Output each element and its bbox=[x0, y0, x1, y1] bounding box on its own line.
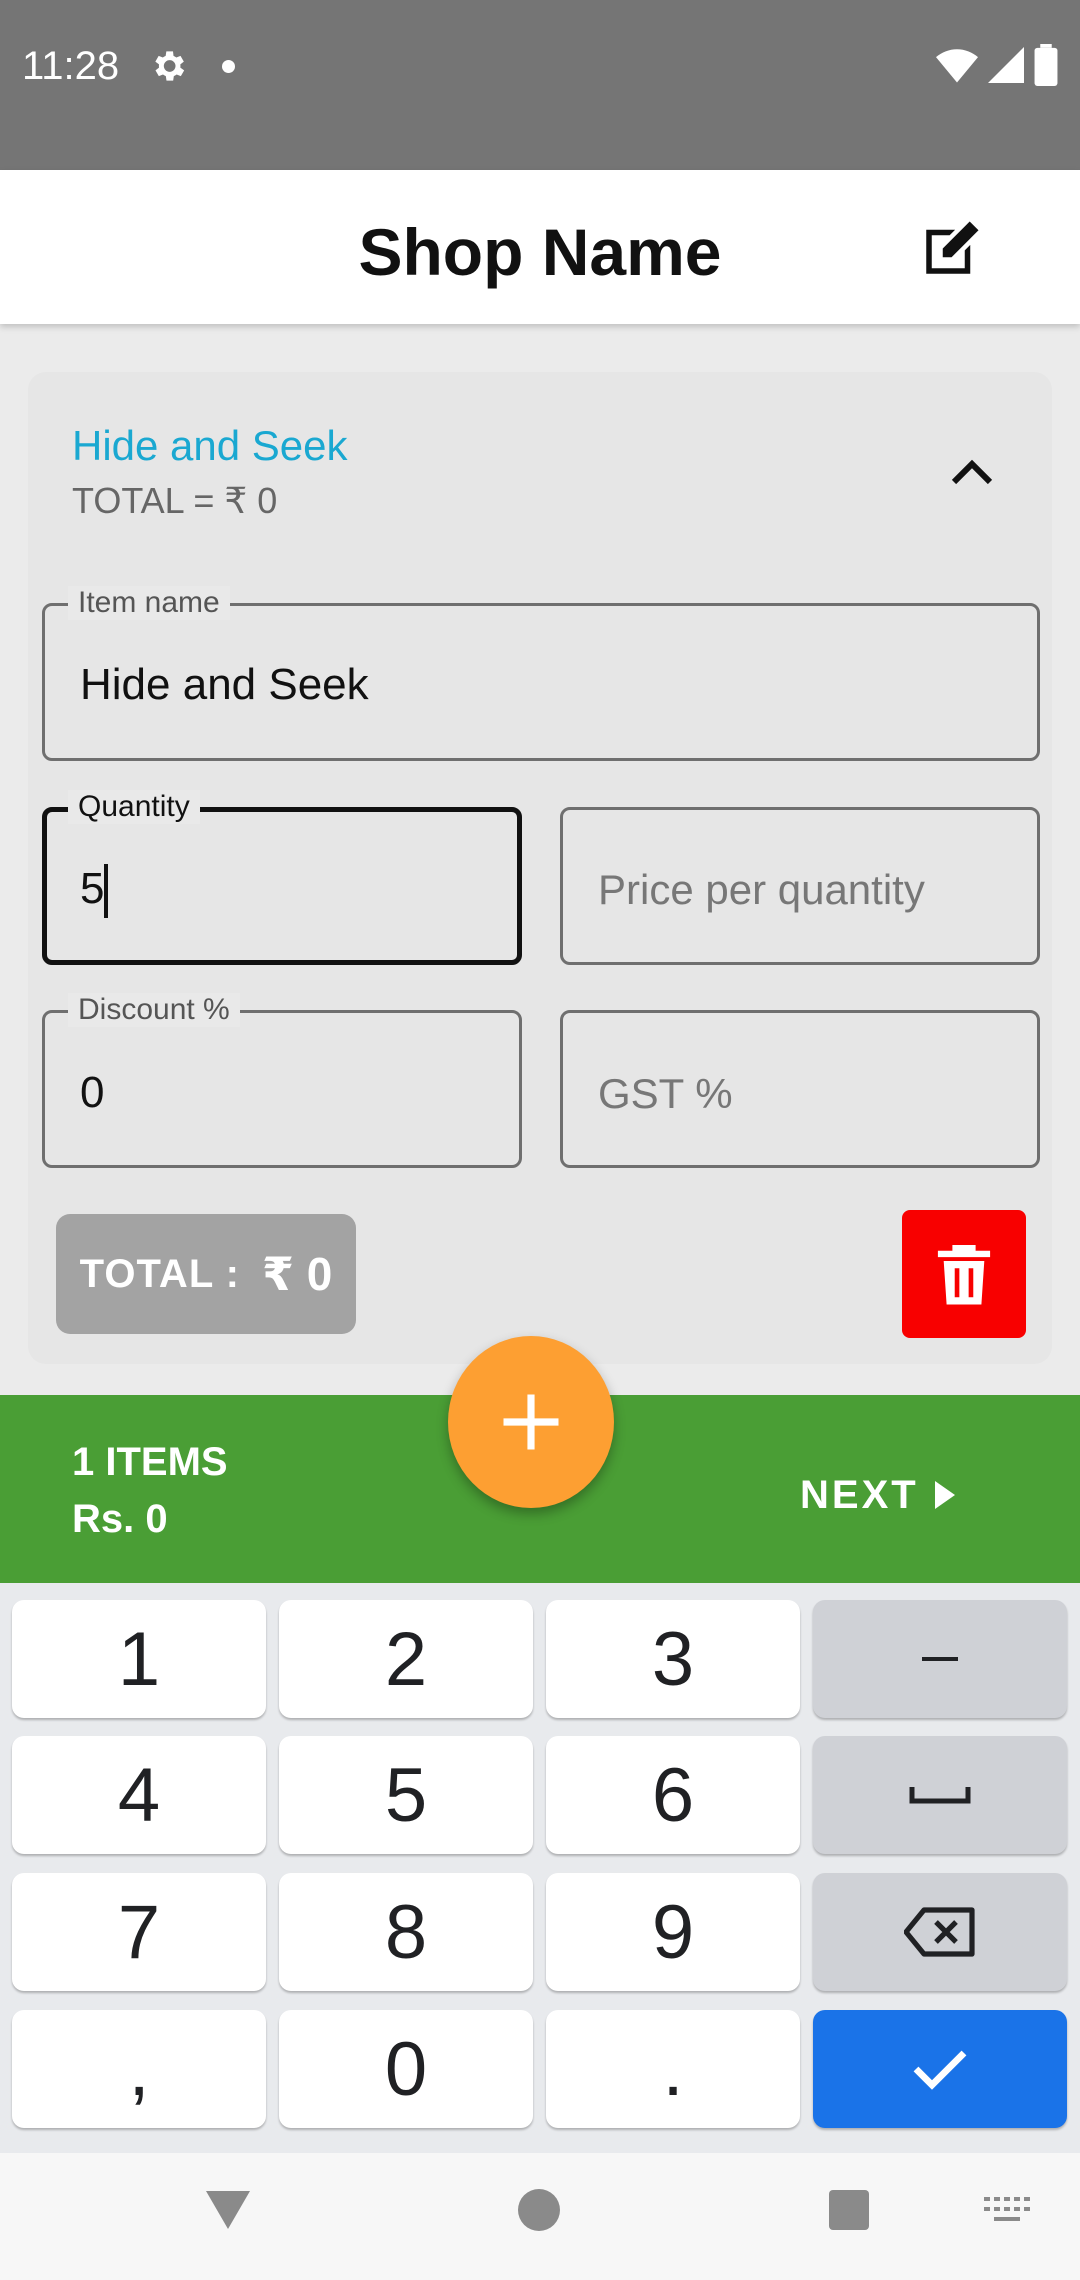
backspace-icon bbox=[904, 1907, 975, 1957]
items-count: 1 ITEMS bbox=[72, 1440, 228, 1484]
quantity-field[interactable] bbox=[42, 807, 522, 965]
discount-field[interactable] bbox=[42, 1010, 522, 1168]
plus-icon bbox=[503, 1394, 559, 1450]
signal-icon bbox=[988, 47, 1024, 83]
next-label: NEXT bbox=[800, 1472, 919, 1517]
minus-icon bbox=[922, 1657, 958, 1661]
numeric-keyboard: 1 2 3 4 5 6 7 8 9 , 0 . bbox=[0, 1583, 1080, 2153]
key-6[interactable]: 6 bbox=[546, 1736, 800, 1854]
add-item-button[interactable] bbox=[448, 1336, 614, 1508]
status-time: 11:28 bbox=[22, 44, 120, 88]
item-card-title[interactable]: Hide and Seek bbox=[72, 422, 348, 470]
checkmark-icon bbox=[913, 2050, 967, 2090]
quantity-value: 5 bbox=[80, 864, 105, 913]
item-total-chip: TOTAL : ₹ 0 bbox=[56, 1214, 356, 1334]
status-icons bbox=[936, 42, 1058, 88]
battery-icon bbox=[1034, 44, 1058, 86]
keyboard-switch-icon[interactable] bbox=[984, 2197, 1030, 2225]
price-placeholder: Price per quantity bbox=[598, 866, 925, 913]
item-card-subtotal: TOTAL = ₹ 0 bbox=[72, 480, 278, 521]
item-name-label: Item name bbox=[68, 586, 230, 620]
space-icon bbox=[909, 1787, 971, 1804]
trash-icon bbox=[937, 1245, 991, 1305]
gst-placeholder: GST % bbox=[598, 1070, 733, 1117]
key-7[interactable]: 7 bbox=[12, 1873, 266, 1991]
key-4[interactable]: 4 bbox=[12, 1736, 266, 1854]
key-3[interactable]: 3 bbox=[546, 1600, 800, 1718]
key-0[interactable]: 0 bbox=[279, 2010, 533, 2128]
chevron-up-icon[interactable] bbox=[948, 452, 996, 492]
key-space[interactable] bbox=[813, 1736, 1067, 1854]
back-icon[interactable] bbox=[204, 2187, 252, 2231]
wifi-icon bbox=[936, 49, 978, 83]
key-9[interactable]: 9 bbox=[546, 1873, 800, 1991]
quantity-label: Quantity bbox=[68, 790, 200, 824]
home-icon[interactable] bbox=[518, 2189, 560, 2231]
item-total-label: TOTAL : bbox=[79, 1251, 240, 1296]
app-bar: Shop Name bbox=[0, 170, 1080, 324]
item-name-value: Hide and Seek bbox=[80, 660, 369, 709]
notification-dot-icon bbox=[222, 60, 235, 73]
key-minus[interactable] bbox=[813, 1600, 1067, 1718]
items-amount: Rs. 0 bbox=[72, 1497, 168, 1541]
delete-item-button[interactable] bbox=[902, 1210, 1026, 1338]
navigation-bar bbox=[0, 2153, 1080, 2280]
key-comma[interactable]: , bbox=[12, 2010, 266, 2128]
key-1[interactable]: 1 bbox=[12, 1600, 266, 1718]
next-button[interactable]: NEXT bbox=[800, 1468, 955, 1522]
key-done[interactable] bbox=[813, 2010, 1067, 2128]
gear-icon bbox=[155, 51, 185, 81]
key-2[interactable]: 2 bbox=[279, 1600, 533, 1718]
key-5[interactable]: 5 bbox=[279, 1736, 533, 1854]
key-8[interactable]: 8 bbox=[279, 1873, 533, 1991]
edit-icon[interactable] bbox=[918, 216, 984, 282]
discount-value: 0 bbox=[80, 1068, 105, 1117]
item-total-value: ₹ 0 bbox=[261, 1248, 333, 1300]
key-period[interactable]: . bbox=[546, 2010, 800, 2128]
text-cursor bbox=[104, 864, 108, 918]
discount-label: Discount % bbox=[68, 993, 240, 1027]
key-backspace[interactable] bbox=[813, 1873, 1067, 1991]
recents-icon[interactable] bbox=[828, 2190, 870, 2230]
play-arrow-icon bbox=[934, 1481, 955, 1509]
